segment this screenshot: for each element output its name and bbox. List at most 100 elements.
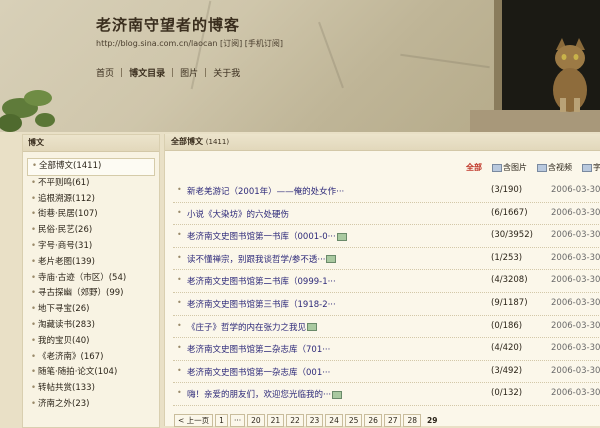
category-count: (167)	[80, 351, 104, 362]
nav-item-blog-directory[interactable]: 博文目录	[123, 66, 171, 79]
post-title-link[interactable]: 老济南文史图书馆第二杂志库（701···	[187, 343, 330, 355]
subscribe-link[interactable]: [订阅]	[220, 39, 242, 48]
filter-label: 全部	[466, 163, 482, 172]
category-count: (23)	[72, 398, 90, 409]
post-title: 读不懂禅宗，别跟我谈哲学/参不透···	[187, 254, 326, 265]
blog-title[interactable]: 老济南守望者的博客	[96, 14, 240, 35]
post-title: 老济南文史图书馆第二书库（0999-1···	[187, 277, 336, 288]
category-item[interactable]: • 我的宝贝(40)	[27, 334, 155, 350]
category-item[interactable]: • 全部博文(1411)	[27, 158, 155, 176]
bullet-icon: •	[31, 383, 37, 394]
category-count: (283)	[72, 319, 95, 330]
image-icon	[332, 390, 343, 399]
post-title-link[interactable]: 老济南文史图书馆第一杂志库（001···	[187, 366, 330, 378]
category-label: 不平则鸣	[38, 177, 73, 188]
page-button[interactable]: 21	[266, 414, 285, 427]
category-label: 我的宝贝	[38, 335, 73, 346]
page-button[interactable]: ···	[229, 414, 246, 427]
category-item[interactable]: • 寻古探幽（郊野）(99)	[27, 286, 155, 302]
prev-page-button[interactable]: < 上一页	[174, 414, 214, 427]
post-title: 新老羌游记（2001年）——俺的处女作···	[187, 187, 345, 197]
bullet-icon: •	[177, 252, 182, 262]
category-label: 淘藏读书	[38, 319, 73, 330]
post-title: 小说《大染坊》的六处硬伤	[187, 209, 290, 220]
nav-item-home[interactable]: 首页	[96, 66, 120, 79]
bullet-icon: •	[31, 319, 37, 330]
post-list: • 新老羌游记（2001年）——俺的处女作··· (3/190) 2006-03-30…	[165, 180, 600, 406]
page-button[interactable]: 23	[305, 414, 324, 427]
category-item[interactable]: • 济南之外(23)	[27, 397, 155, 413]
bullet-icon: •	[31, 335, 37, 346]
page-button[interactable]: 24	[325, 414, 343, 427]
nav-item-pictures[interactable]: 图片	[174, 66, 204, 79]
blog-url-link[interactable]: http://blog.sina.com.cn/laocan	[96, 39, 217, 48]
category-item[interactable]: • 地下寻宝(26)	[27, 302, 155, 318]
window-sill	[470, 110, 600, 132]
category-count: (31)	[74, 240, 93, 251]
post-title-link[interactable]: 老济南文史图书馆第三书库（1918-2···	[187, 298, 336, 310]
category-count: (61)	[72, 177, 90, 188]
category-item[interactable]: • 字号·商号(31)	[27, 239, 155, 255]
bullet-icon: •	[31, 367, 37, 378]
bullet-icon: •	[177, 320, 182, 330]
category-item[interactable]: • 民俗·民艺(26)	[27, 223, 155, 239]
post-row: • 老济南文史图书馆第一书库（0001-0··· (30/3952) 2006-03-…	[173, 225, 600, 248]
post-title-link[interactable]: 老济南文史图书馆第二书库（0999-1···	[187, 275, 336, 287]
post-stats: (3/492)	[491, 365, 523, 376]
bullet-icon: •	[177, 388, 182, 398]
post-title-link[interactable]: 读不懂禅宗，别跟我谈哲学/参不透···	[187, 253, 337, 265]
post-list-panel: 全部博文 (1411) 全部 含图片 含视频 字 • 新老羌游记（2001年）——俺的处…	[164, 134, 600, 426]
post-title-link[interactable]: 老济南文史图书馆第一书库（0001-0···	[187, 230, 347, 242]
page-button[interactable]: 22	[286, 414, 304, 427]
post-title: 老济南文史图书馆第二杂志库（701···	[187, 345, 331, 356]
nav-item-about[interactable]: 关于我	[207, 66, 246, 79]
category-label: 字号·商号	[38, 240, 75, 251]
bullet-icon: •	[177, 297, 182, 307]
page-button[interactable]: 25	[344, 414, 363, 427]
filter-video-icon[interactable]: 含视频	[537, 162, 572, 173]
bullet-icon: •	[177, 207, 182, 217]
category-item[interactable]: • 追根溯源(112)	[27, 192, 155, 208]
post-row: • 老济南文史图书馆第一杂志库（001··· (3/492) 2006-03-30	[173, 361, 600, 384]
category-count: (40)	[72, 335, 90, 346]
page-button[interactable]: 26	[364, 414, 382, 427]
category-label: 转帖共赏	[38, 383, 73, 394]
page-button[interactable]: 27	[383, 414, 402, 427]
mobile-subscribe-link[interactable]: [手机订阅]	[245, 39, 283, 48]
main-nav: 首页 | 博文目录 | 图片 | 关于我	[96, 66, 246, 80]
category-item[interactable]: • 不平则鸣(61)	[27, 176, 155, 192]
category-item[interactable]: • 淘藏读书(283)	[27, 318, 155, 334]
category-count: (112)	[72, 193, 95, 204]
category-item[interactable]: • 转帖共赏(133)	[27, 381, 155, 397]
post-stats: (3/190)	[491, 185, 523, 195]
post-title-link[interactable]: 嗨！亲爱的朋友们，欢迎您光临我的···	[187, 388, 343, 400]
filter-image-icon[interactable]: 字	[582, 162, 600, 173]
category-item[interactable]: • 《老济南》(167)	[27, 350, 155, 366]
page-button[interactable]: 29	[423, 414, 441, 427]
page-button[interactable]: 1	[215, 414, 228, 427]
bullet-icon: •	[31, 256, 37, 267]
post-stats: (30/3952)	[491, 230, 533, 241]
post-date: 2006-03-30	[551, 365, 600, 376]
page-button[interactable]: 20	[247, 414, 265, 427]
filter-image-icon[interactable]: 含图片	[492, 162, 527, 173]
category-item[interactable]: • 寺庙·古迹（市区）(54)	[27, 271, 155, 287]
filter-label: 含图片	[503, 163, 527, 172]
filter-all[interactable]: 全部	[466, 162, 482, 173]
post-title-link[interactable]: 小说《大染坊》的六处硬伤	[187, 208, 289, 220]
category-item[interactable]: • 随笔·随拍·论文(104)	[27, 365, 155, 381]
category-item[interactable]: • 老片老图(139)	[27, 255, 155, 271]
category-count: (1411)	[73, 161, 102, 171]
bullet-icon: •	[177, 275, 182, 285]
filter-bar: 全部 含图片 含视频 字	[466, 162, 600, 173]
bullet-icon: •	[31, 177, 37, 188]
page-button[interactable]: 28	[403, 414, 422, 427]
post-title-link[interactable]: 《庄子》哲学的内在张力之我见	[187, 321, 318, 333]
image-icon	[492, 163, 502, 172]
bullet-icon: •	[31, 272, 37, 283]
category-item[interactable]: • 街巷·民居(107)	[27, 207, 155, 223]
post-title-link[interactable]: 新老羌游记（2001年）——俺的处女作···	[187, 185, 344, 197]
category-label: 随笔·随拍·论文	[38, 367, 95, 378]
bullet-icon: •	[177, 230, 182, 240]
post-stats: (0/186)	[491, 320, 523, 331]
